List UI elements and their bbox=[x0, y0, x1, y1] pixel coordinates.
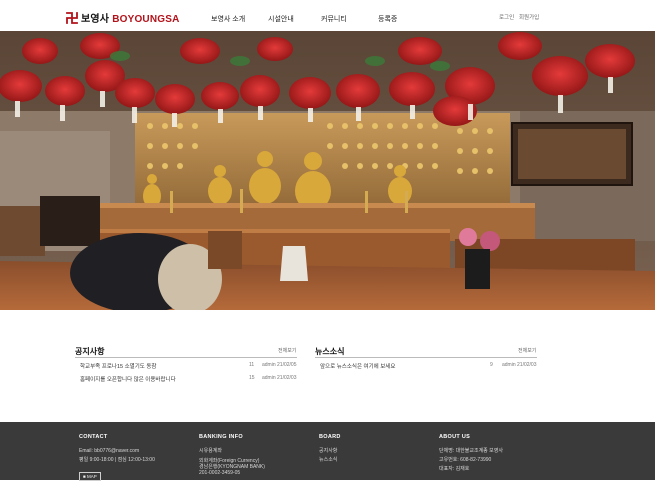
logo-brand: BOYOUNGSA bbox=[112, 14, 180, 25]
footer-banking-title: BANKING INFO bbox=[199, 434, 243, 440]
nav-item-community[interactable]: 커뮤니티 bbox=[321, 14, 347, 24]
login-link[interactable]: 로그인 bbox=[499, 13, 514, 21]
temple-hall-illustration bbox=[0, 31, 655, 310]
news-post-meta: admin 21/02/03 bbox=[502, 362, 537, 368]
notice-more-link[interactable]: 전체보기 bbox=[278, 347, 296, 354]
footer-banking: BANKING INFO 시유용계좌 외화계좌(Foreign Currency… bbox=[199, 434, 265, 477]
footer-about-title: ABOUT US bbox=[439, 434, 471, 440]
footer-board-news-link[interactable]: 뉴스소식 bbox=[319, 456, 341, 465]
footer-about: ABOUT US 단체명: 대한불교조계종 보영사 고유번호: 608-82-7… bbox=[439, 434, 503, 474]
footer-board-title: BOARD bbox=[319, 434, 341, 440]
footer-board-notice-link[interactable]: 공지사항 bbox=[319, 447, 341, 456]
footer-hours: 평일 9:00-18:00 | 점심 12:00-13:00 bbox=[79, 457, 155, 463]
footer-contact-title: CONTACT bbox=[79, 434, 108, 440]
footer-email[interactable]: Email: bb0776@naver.com bbox=[79, 447, 155, 456]
notice-post-title[interactable]: 홈페이지를 오픈합니다 많은 이용바랍니다 bbox=[80, 375, 176, 383]
footer-bank-line: 201-0002-3459-05 bbox=[199, 470, 241, 476]
footer-org-name: 단체명: 대한불교조계종 보영사 bbox=[439, 448, 503, 454]
footer-contact: CONTACT Email: bb0776@naver.com 평일 9:00-… bbox=[79, 434, 155, 483]
site-header: 보영사 BOYOUNGSA 보영사 소개 시설안내 커뮤니티 등록증 로그인 회… bbox=[0, 0, 655, 34]
manji-logo-icon bbox=[66, 11, 78, 24]
notice-post-meta: admin 21/02/05 bbox=[262, 362, 297, 368]
news-divider bbox=[315, 357, 537, 358]
news-post-title[interactable]: 앞으로 뉴스소식은 여기에 보세요 bbox=[320, 362, 395, 370]
news-title: 뉴스소식 bbox=[315, 347, 345, 356]
news-post-count: 9 bbox=[490, 362, 493, 368]
footer-reg-number: 고유번호: 608-82-73990 bbox=[439, 457, 492, 463]
hero-image bbox=[0, 31, 655, 310]
notice-post-count: 15 bbox=[249, 375, 255, 381]
notice-title: 공지사항 bbox=[75, 347, 105, 356]
notice-post-count: 11 bbox=[249, 362, 255, 368]
signup-link[interactable]: 회원가입 bbox=[519, 13, 539, 21]
nav-item-registration[interactable]: 등록증 bbox=[378, 14, 397, 24]
site-footer: CONTACT Email: bb0776@naver.com 평일 9:00-… bbox=[0, 422, 655, 483]
logo-korean: 보영사 bbox=[81, 14, 110, 25]
notice-post-title[interactable]: 학교부족 프로나15 소멸기도 동참 bbox=[80, 362, 156, 370]
news-more-link[interactable]: 전체보기 bbox=[518, 347, 536, 354]
footer-representative: 대표자: 김재호 bbox=[439, 466, 470, 472]
nav-item-facilities[interactable]: 시설안내 bbox=[268, 14, 294, 24]
nav-item-about[interactable]: 보영사 소개 bbox=[211, 14, 245, 24]
notice-divider bbox=[75, 357, 297, 358]
site-logo[interactable]: 보영사 BOYOUNGSA bbox=[66, 10, 180, 25]
footer-bank-line: 시유용계좌 bbox=[199, 448, 223, 454]
notice-post-meta: admin 21/02/03 bbox=[262, 375, 297, 381]
footer-board: BOARD 공지사항 뉴스소식 bbox=[319, 434, 341, 465]
